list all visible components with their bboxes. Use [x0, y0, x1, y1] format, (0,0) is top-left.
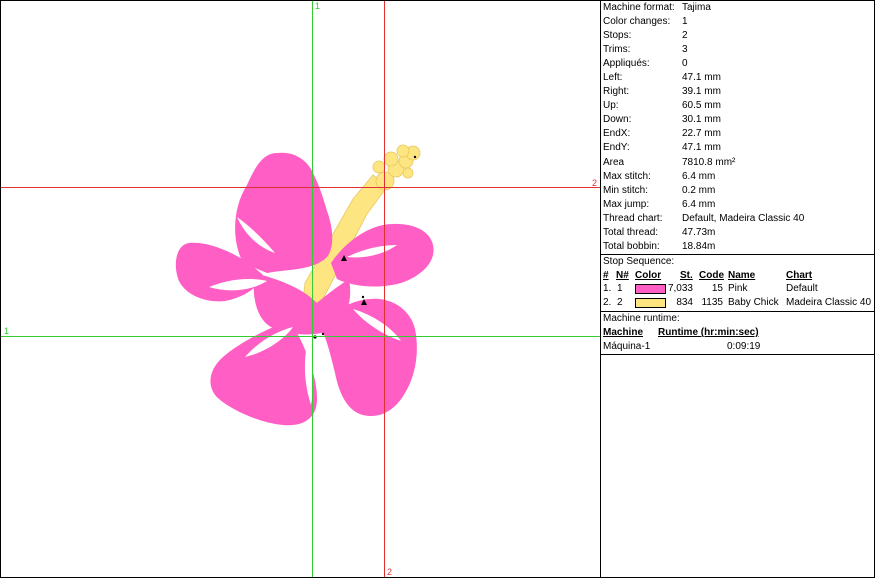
guide-v2-label: 2: [387, 567, 393, 577]
stop-sequence-header: # N# Color St. Code Name Chart: [603, 270, 813, 281]
info-panel: Machine format: Tajima Color changes: 1 St…: [600, 1, 875, 577]
design-stats: Machine format: Tajima Color changes: 1 St…: [601, 1, 875, 255]
machine-runtime-table: Machine runtime: Machine Runtime (hr:min…: [601, 312, 875, 355]
design-canvas[interactable]: 1 2 1 2: [1, 1, 600, 577]
stop-sequence-table: Stop Sequence: # N# Color St. Code Name …: [601, 255, 875, 312]
guide-h2-label: 2: [592, 178, 598, 188]
color-swatch: [635, 298, 666, 308]
table-row[interactable]: Máquina-1 0:09:19: [601, 340, 875, 354]
table-row[interactable]: 1. 1 7,033 15 Pink Default: [601, 282, 875, 296]
machine-runtime-header: Machine Runtime (hr:min:sec): [603, 327, 759, 338]
color-swatch: [635, 284, 666, 294]
guide-h1-label: 1: [4, 326, 10, 336]
hibiscus-design: [1, 1, 600, 577]
worksheet-frame: 1 2 1 2 Machine format: Tajima Color chan…: [0, 0, 875, 578]
table-row[interactable]: 2. 2 834 1135 Baby Chick Madeira Classic…: [601, 296, 875, 310]
guide-v1-label: 1: [315, 1, 321, 11]
